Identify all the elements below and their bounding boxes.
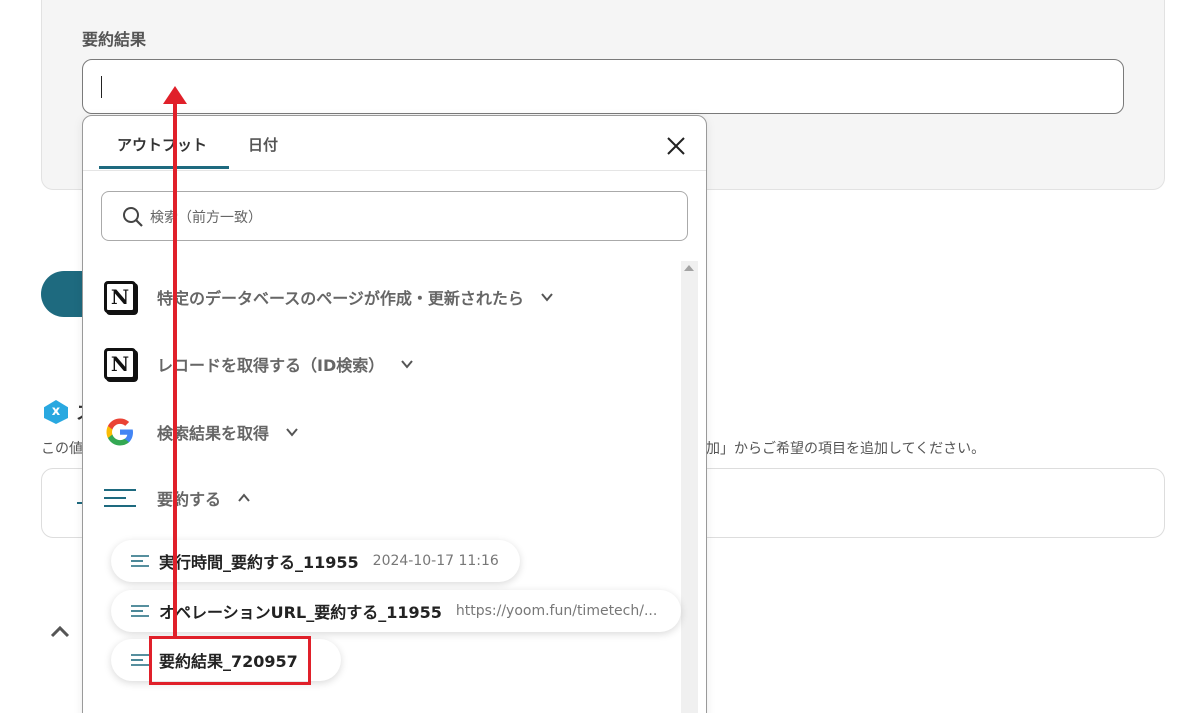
- output-value-preview: 2024-10-17 11:16: [372, 553, 499, 569]
- notion-icon: N: [104, 281, 136, 313]
- scroll-up-arrow-icon[interactable]: [684, 265, 694, 271]
- active-tab-indicator: [99, 166, 229, 169]
- output-label: 実行時間_要約する_11955: [159, 553, 359, 572]
- tab-date[interactable]: 日付: [248, 134, 278, 155]
- search-icon: [123, 207, 143, 227]
- source-row-google-search[interactable]: 検索結果を取得: [103, 412, 299, 452]
- highlight-box: [149, 636, 311, 685]
- chevron-up-icon: [238, 493, 250, 502]
- source-row-notion-record[interactable]: N レコードを取得する（ID検索）: [103, 344, 414, 384]
- notion-icon: N: [104, 348, 136, 380]
- yoom-icon: x: [44, 400, 68, 424]
- source-label: 特定のデータベースのページが作成・更新されたら: [157, 289, 524, 308]
- chevron-down-icon: [286, 428, 298, 437]
- help-text-right: 追加」からご希望の項目を追加してください。: [692, 441, 986, 457]
- chevron-up-icon[interactable]: [48, 620, 72, 644]
- annotation-arrow-shaft: [173, 102, 177, 636]
- output-value-preview: https://yoom.fun/timetech/...: [455, 603, 658, 619]
- text-caret: [101, 76, 102, 98]
- summary-lines-icon: [104, 489, 136, 507]
- output-item[interactable]: オペレーションURL_要約する_11955 https://yoom.fun/t…: [111, 590, 681, 632]
- summary-lines-icon: [131, 605, 149, 617]
- chevron-down-icon: [541, 293, 553, 302]
- field-label: 要約結果: [82, 30, 147, 49]
- google-icon: [106, 418, 133, 446]
- source-row-summarize[interactable]: 要約する: [103, 478, 251, 518]
- summary-result-input[interactable]: [82, 59, 1124, 114]
- annotation-arrow-head: [163, 86, 187, 104]
- scrollbar[interactable]: [681, 261, 698, 713]
- source-label: レコードを取得する（ID検索）: [157, 356, 385, 375]
- source-row-notion-trigger[interactable]: N 特定のデータベースのページが作成・更新されたら: [103, 277, 554, 317]
- tab-output[interactable]: アウトプット: [117, 134, 207, 155]
- chevron-down-icon: [401, 360, 414, 369]
- close-icon[interactable]: [665, 135, 687, 157]
- source-label: 要約する: [157, 490, 222, 509]
- summary-lines-icon: [131, 654, 149, 666]
- summary-lines-icon: [131, 555, 149, 567]
- search-field[interactable]: 検索（前方一致）: [101, 191, 688, 241]
- output-label: オペレーションURL_要約する_11955: [159, 603, 442, 622]
- help-text-left: この値: [41, 441, 83, 457]
- search-placeholder: 検索（前方一致）: [150, 210, 262, 226]
